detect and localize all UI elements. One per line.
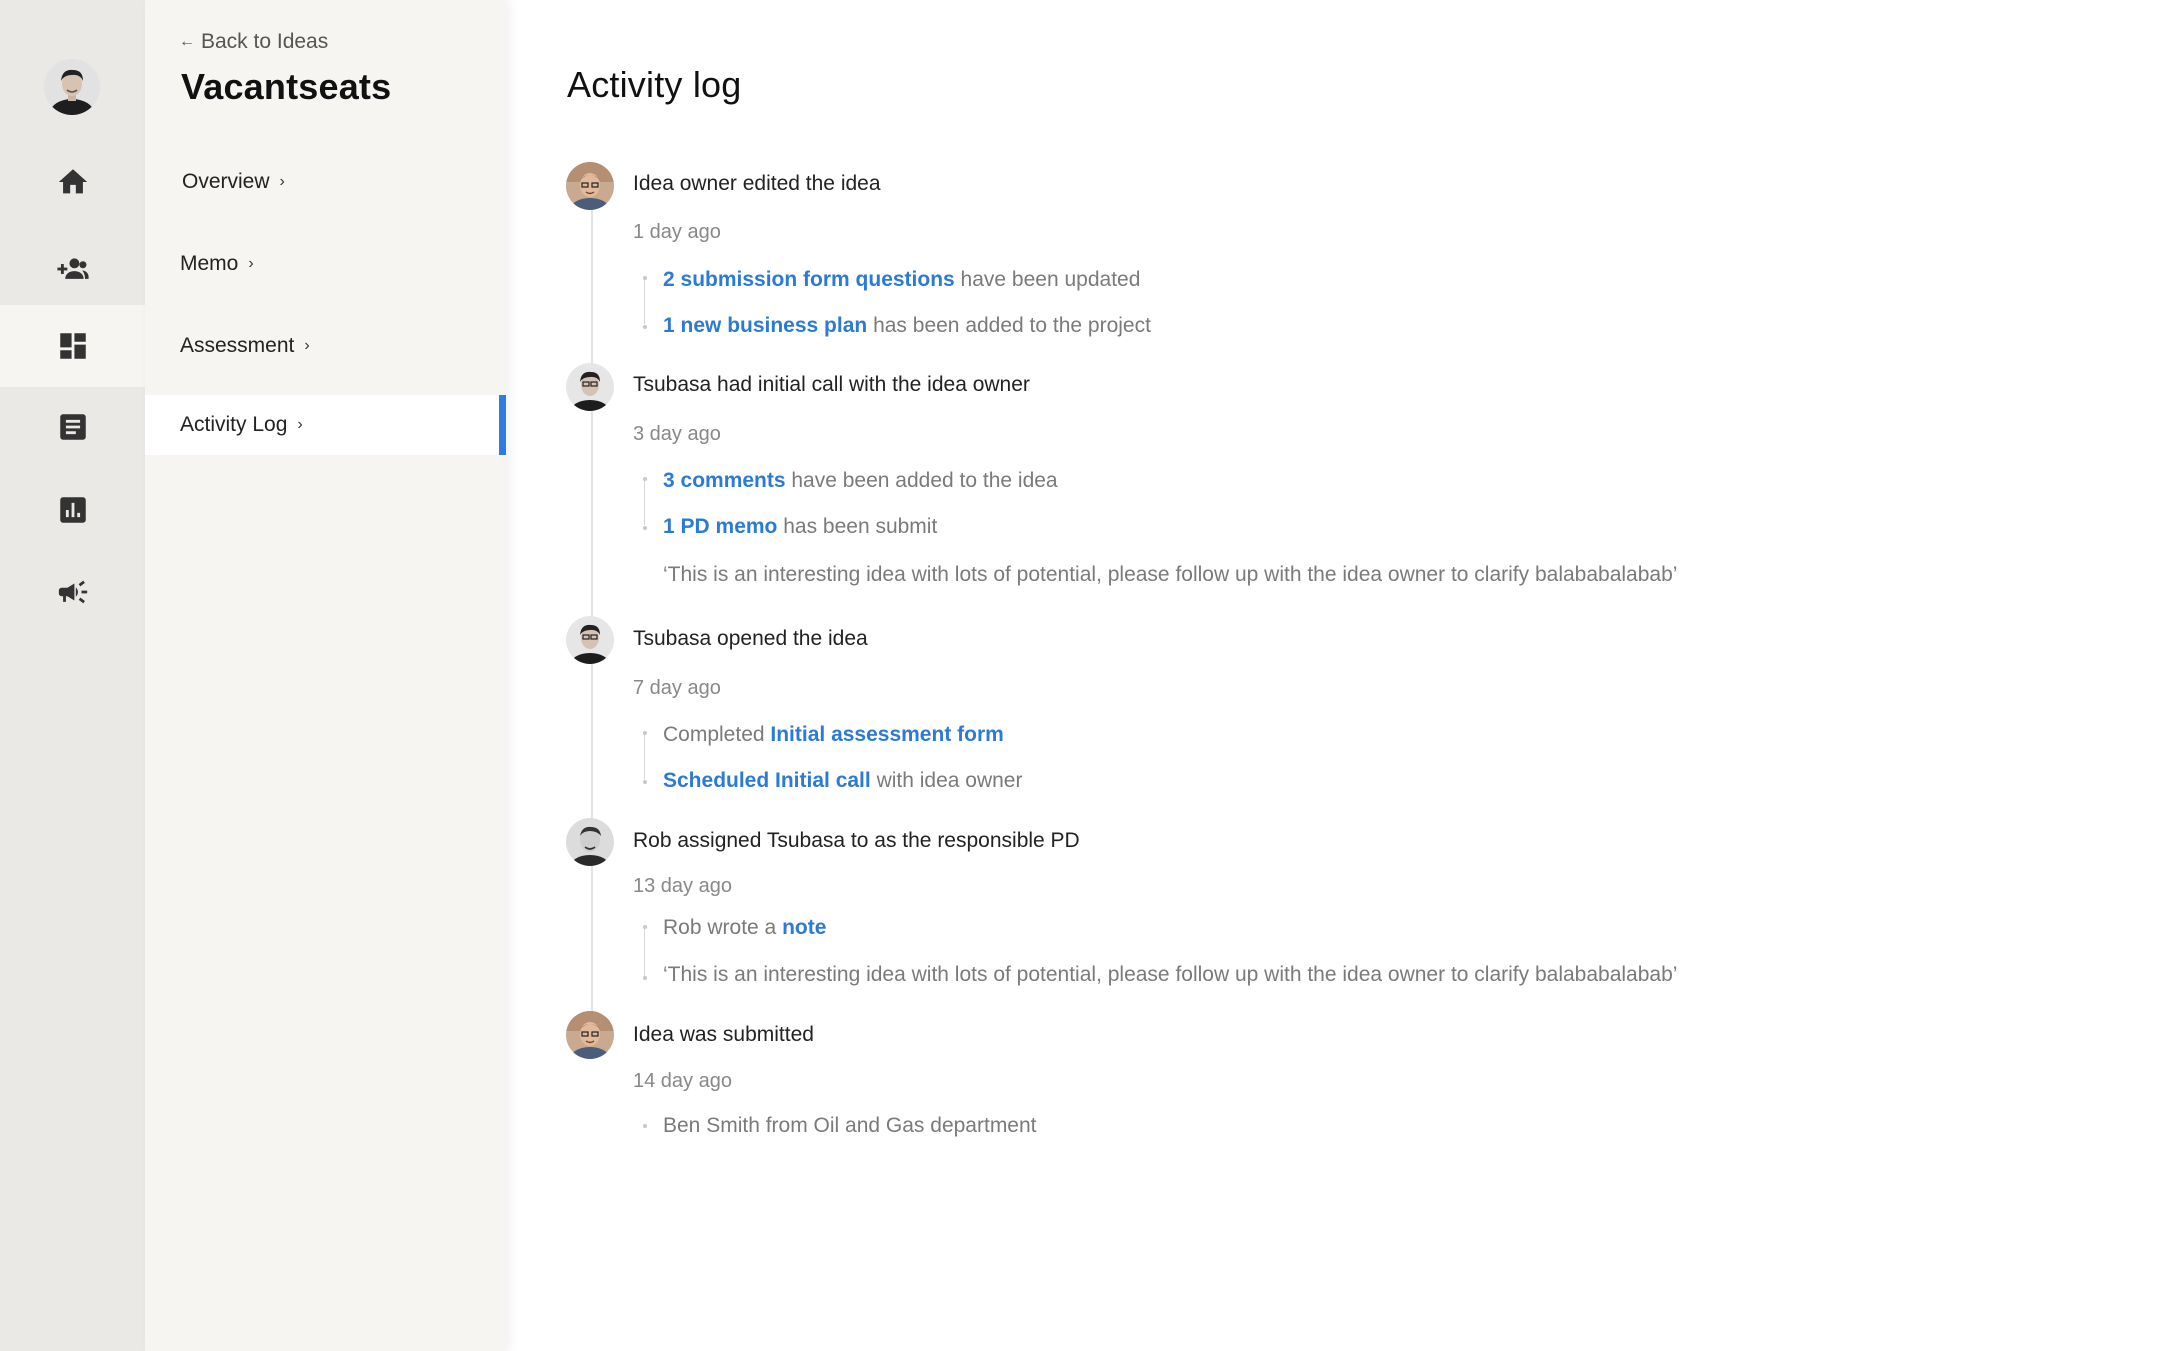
detail-link[interactable]: 3 comments: [663, 469, 786, 492]
project-sidebar: ← Back to Ideas Vacantseats Overview › M…: [145, 0, 506, 1351]
detail-text: have been updated: [954, 268, 1141, 291]
detail-text: with idea owner: [870, 769, 1023, 792]
rail-reports[interactable]: [0, 469, 145, 551]
arrow-left-icon: ←: [179, 33, 195, 50]
event-detail: Ben Smith from Oil and Gas department: [663, 1114, 1037, 1137]
megaphone-icon: [58, 580, 87, 604]
detail-link[interactable]: 2 submission form questions: [663, 268, 955, 291]
event-detail: Scheduled Initial call with idea owner: [663, 769, 1022, 793]
avatar-tsubasa: [566, 363, 614, 411]
event-time: 14 day ago: [633, 1070, 732, 1092]
sidebar-item-label: Overview: [182, 170, 270, 193]
rail-document[interactable]: [0, 386, 145, 468]
sidebar-item-assessment[interactable]: Assessment ›: [145, 316, 506, 376]
rail-people[interactable]: [0, 228, 145, 310]
sidebar-item-label: Assessment: [180, 334, 295, 357]
event-detail: 1 new business plan has been added to th…: [663, 314, 1151, 338]
detail-connector: [644, 929, 645, 976]
timeline-line: [591, 205, 593, 1025]
detail-text: Rob wrote a: [663, 916, 783, 939]
event-detail: 2 submission form questions have been up…: [663, 268, 1140, 292]
detail-link[interactable]: 1 PD memo: [663, 515, 777, 538]
icon-rail: [0, 0, 145, 1351]
avatar-idea-owner: [566, 1011, 614, 1059]
avatar-idea-owner: [566, 162, 614, 210]
event-time: 7 day ago: [633, 677, 721, 699]
rail-announcements[interactable]: [0, 551, 145, 633]
chart-icon: [59, 497, 86, 523]
sidebar-item-label: Memo: [180, 252, 239, 275]
detail-text: have been added to the idea: [785, 469, 1058, 492]
detail-text: has been added to the project: [867, 314, 1151, 337]
rail-dashboard[interactable]: [0, 305, 145, 387]
event-title: Tsubasa had initial call with the idea o…: [633, 373, 1030, 396]
detail-dot: [643, 976, 647, 980]
sidebar-item-overview[interactable]: Overview ›: [145, 152, 506, 212]
sidebar-item-memo[interactable]: Memo ›: [145, 234, 506, 294]
user-avatar[interactable]: [44, 59, 100, 115]
dashboard-icon: [59, 333, 86, 359]
detail-connector: [644, 735, 645, 779]
back-label: Back to Ideas: [201, 30, 329, 53]
detail-link[interactable]: note: [782, 916, 826, 939]
event-time: 13 day ago: [633, 875, 732, 897]
sidebar-item-activity-log[interactable]: Activity Log ›: [145, 395, 506, 455]
detail-link[interactable]: Initial assessment form: [770, 723, 1003, 746]
event-title: Idea was submitted: [633, 1023, 814, 1046]
avatar-rob: [566, 818, 614, 866]
event-quote: ‘This is an interesting idea with lots o…: [663, 563, 1678, 586]
chevron-right-icon: ›: [297, 416, 303, 433]
page-title: Activity log: [567, 64, 742, 105]
detail-dot: [643, 780, 647, 784]
detail-connector: [644, 481, 645, 525]
sidebar-item-label: Activity Log: [180, 413, 288, 436]
rail-home[interactable]: [0, 141, 145, 223]
home-icon: [58, 169, 87, 194]
event-time: 1 day ago: [633, 221, 721, 243]
event-detail: 1 PD memo has been submit: [663, 515, 937, 539]
detail-link[interactable]: 1 new business plan: [663, 314, 867, 337]
event-title: Rob assigned Tsubasa to as the responsib…: [633, 829, 1080, 852]
detail-dot: [643, 325, 647, 329]
detail-link[interactable]: Scheduled Initial call: [663, 769, 871, 792]
event-detail: Completed Initial assessment form: [663, 723, 1004, 747]
event-title: Idea owner edited the idea: [633, 172, 881, 195]
project-title: Vacantseats: [181, 66, 392, 107]
detail-dot: [643, 526, 647, 530]
avatar-tsubasa: [566, 616, 614, 664]
detail-text: has been submit: [777, 515, 938, 538]
event-quote: ‘This is an interesting idea with lots o…: [663, 963, 1678, 986]
detail-connector: [644, 280, 645, 324]
event-detail: 3 comments have been added to the idea: [663, 469, 1058, 493]
chevron-right-icon: ›: [248, 255, 254, 272]
chevron-right-icon: ›: [304, 337, 310, 354]
event-time: 3 day ago: [633, 423, 721, 445]
event-detail: Rob wrote a note: [663, 916, 826, 940]
document-icon: [59, 414, 86, 440]
detail-text: Completed: [663, 723, 771, 746]
detail-dot: [643, 1124, 647, 1128]
chevron-right-icon: ›: [279, 173, 285, 190]
people-add-icon: [56, 258, 89, 279]
back-to-ideas-link[interactable]: ← Back to Ideas: [179, 30, 328, 54]
event-title: Tsubasa opened the idea: [633, 627, 868, 650]
